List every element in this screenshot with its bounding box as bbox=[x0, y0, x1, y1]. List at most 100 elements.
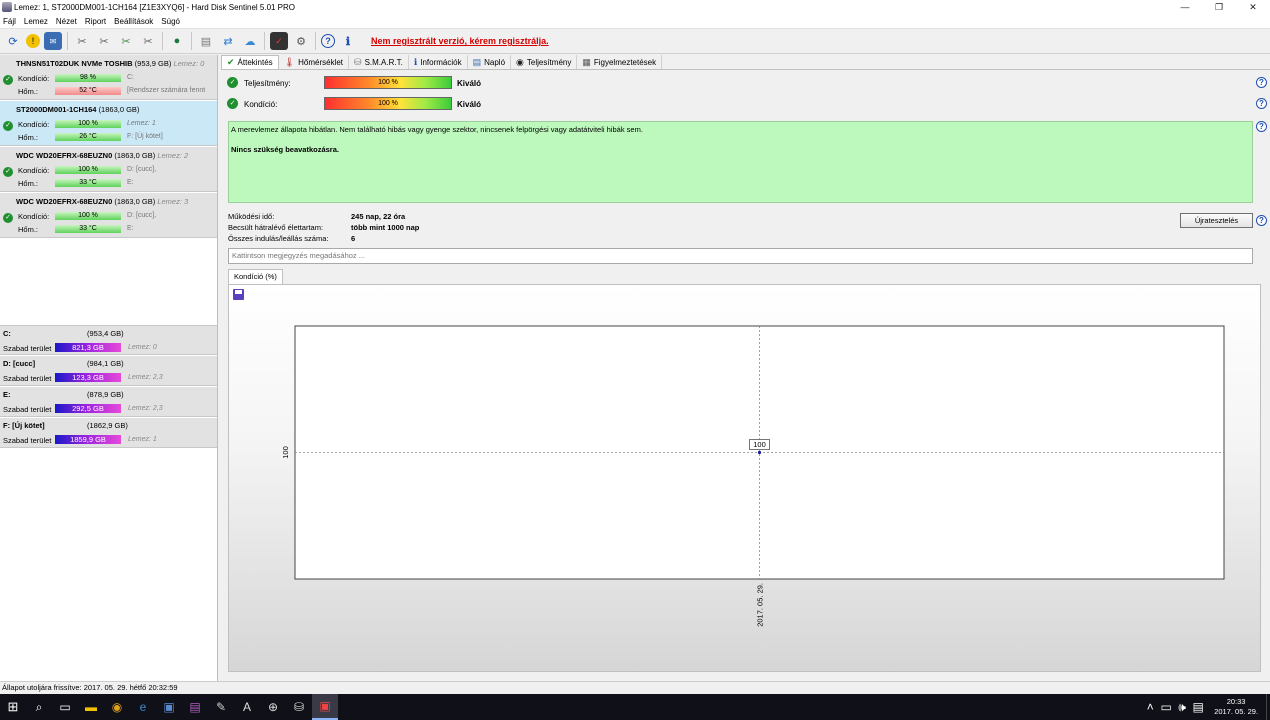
globe-icon[interactable]: ● bbox=[168, 32, 186, 50]
volume-item[interactable]: C: (953,4 GB) Szabad terület 821,3 GB Le… bbox=[0, 325, 217, 355]
disk-test4-icon[interactable]: ✂ bbox=[139, 32, 157, 50]
ok-check-icon: ✓ bbox=[3, 121, 13, 131]
app-icon-6[interactable]: ⛁ bbox=[286, 694, 312, 720]
help-icon[interactable]: ? bbox=[321, 34, 335, 48]
volume-item[interactable]: E: (878,9 GB) Szabad terület 292,5 GB Le… bbox=[0, 387, 217, 417]
disk-test2-icon[interactable]: ✂ bbox=[95, 32, 113, 50]
lifetime-label: Becsült hátralévő élettartam: bbox=[228, 223, 324, 232]
network-icon[interactable]: ▭ bbox=[1158, 694, 1174, 720]
help-icon[interactable]: ? bbox=[1256, 121, 1267, 132]
sync-icon[interactable]: ⇄ bbox=[219, 32, 237, 50]
status-description: A merevlemez állapota hibátlan. Nem talá… bbox=[228, 121, 1253, 203]
tab-condition-chart[interactable]: Kondíció (%) bbox=[228, 269, 283, 284]
tab-label: Teljesítmény bbox=[526, 57, 572, 67]
tab-alerts[interactable]: ▦ Figyelmeztetések bbox=[577, 55, 663, 69]
show-desktop-button[interactable] bbox=[1266, 694, 1270, 720]
app-icon-1[interactable]: ▣ bbox=[156, 694, 182, 720]
disk-item[interactable]: WDC WD20EFRX-68EUZN0 (1863,0 GB) Lemez: … bbox=[0, 193, 217, 238]
overview-panel: ✓ Teljesítmény: 100 % Kiváló ? ✓ Kondíci… bbox=[221, 69, 1270, 681]
disk-item[interactable]: THNSN51T02DUK NVMe TOSHIB (953,9 GB) Lem… bbox=[0, 55, 217, 100]
tab-smart[interactable]: ⛁ S.M.A.R.T. bbox=[349, 55, 409, 69]
temp-bar: 52 °C bbox=[55, 87, 121, 95]
app-icon-5[interactable]: ⊕ bbox=[260, 694, 286, 720]
clock-time: 20:33 bbox=[1226, 697, 1246, 706]
disk-index: Lemez: 3 bbox=[157, 197, 189, 206]
volume-icon[interactable]: 🕪 bbox=[1174, 694, 1190, 720]
startstop-value: 6 bbox=[351, 234, 356, 243]
ok-check-icon: ✓ bbox=[3, 167, 13, 177]
volume-disk: Lemez: 2,3 bbox=[128, 405, 163, 412]
network-icon[interactable]: ☁ bbox=[241, 32, 259, 50]
register-link[interactable]: Nem regisztrált verzió, kérem regisztrál… bbox=[371, 36, 549, 46]
free-space-bar: 123,3 GB bbox=[55, 373, 121, 382]
chrome-icon[interactable]: ◉ bbox=[104, 694, 130, 720]
language-icon[interactable]: ▤ bbox=[1190, 694, 1206, 720]
disk-test-icon[interactable]: ✂ bbox=[73, 32, 91, 50]
chevron-up-icon[interactable]: ˄ bbox=[1142, 694, 1158, 720]
toolbar: ⟳ ! ✉ ✂ ✂ ✂ ✂ ● ▤ ⇄ ☁ ✓ ⚙ ? ℹ Nem regisz… bbox=[0, 28, 1270, 54]
hard-disk-sentinel-taskbar-icon[interactable]: ▣ bbox=[312, 694, 338, 720]
disk-list-panel: THNSN51T02DUK NVMe TOSHIB (953,9 GB) Lem… bbox=[0, 55, 218, 681]
free-space-label: Szabad terület bbox=[3, 405, 52, 414]
disk-test3-icon[interactable]: ✂ bbox=[117, 32, 135, 50]
tab-information[interactable]: ℹ Információk bbox=[408, 55, 468, 69]
tab-performance[interactable]: ◉ Teljesítmény bbox=[511, 55, 578, 69]
chart-svg: 100 2017. 05. 29. 100 bbox=[281, 325, 1225, 627]
app-icon bbox=[2, 2, 12, 12]
menu-view[interactable]: Nézet bbox=[52, 17, 81, 26]
alert-icon[interactable]: ! bbox=[26, 34, 40, 48]
gauge-icon: ◉ bbox=[516, 56, 524, 67]
lifetime-value: több mint 1000 nap bbox=[351, 223, 420, 232]
disk-index: Lemez: 2 bbox=[157, 151, 189, 160]
disk-size: (1863,0 GB) bbox=[98, 105, 140, 114]
help-icon[interactable]: ? bbox=[1256, 77, 1267, 88]
menu-report[interactable]: Riport bbox=[81, 17, 110, 26]
menu-file[interactable]: Fájl bbox=[0, 17, 20, 26]
menu-settings[interactable]: Beállítások bbox=[110, 17, 157, 26]
edge-icon[interactable]: e bbox=[130, 694, 156, 720]
volume-item[interactable]: D: [cucc] (984,1 GB) Szabad terület 123,… bbox=[0, 356, 217, 386]
maximize-button[interactable]: ❐ bbox=[1202, 0, 1236, 14]
chart-icon[interactable]: ✓ bbox=[270, 32, 288, 50]
app-icon-2[interactable]: ▤ bbox=[182, 694, 208, 720]
menu-disk[interactable]: Lemez bbox=[20, 17, 52, 26]
start-icon[interactable]: ⊞ bbox=[0, 694, 26, 720]
settings-icon[interactable]: ⚙ bbox=[292, 32, 310, 50]
volume-name: D: [cucc] bbox=[3, 359, 36, 368]
condition-row: ✓ Kondíció: 100 % Kiváló bbox=[227, 97, 1267, 111]
refresh-icon[interactable]: ⟳ bbox=[4, 32, 22, 50]
close-button[interactable]: ✕ bbox=[1236, 0, 1270, 14]
info-icon[interactable]: ℹ bbox=[339, 32, 357, 50]
menu-help[interactable]: Súgó bbox=[157, 17, 184, 26]
disk-extra: [Rendszer számára fennt bbox=[127, 87, 206, 94]
retest-button[interactable]: Újratesztelés bbox=[1180, 213, 1253, 228]
app-icon-4[interactable]: A bbox=[234, 694, 260, 720]
tab-temperature[interactable]: 🌡 Hőmérséklet bbox=[278, 55, 350, 69]
disk-item-selected[interactable]: ST2000DM001-1CH164 (1863,0 GB) ✓ Kondíci… bbox=[0, 101, 217, 146]
document-icon[interactable]: ▤ bbox=[197, 32, 215, 50]
tab-log[interactable]: ▤ Napló bbox=[467, 55, 512, 69]
disk-size: (1863,0 GB) bbox=[114, 151, 156, 160]
help-icon[interactable]: ? bbox=[1256, 215, 1267, 226]
temp-bar: 33 °C bbox=[55, 179, 121, 187]
minimize-button[interactable]: — bbox=[1168, 0, 1202, 14]
disk-item[interactable]: WDC WD20EFRX-68EUZN0 (1863,0 GB) Lemez: … bbox=[0, 147, 217, 192]
temp-label: Hőm.: bbox=[18, 179, 39, 188]
tab-label: Napló bbox=[484, 57, 506, 67]
report-icon[interactable]: ✉ bbox=[44, 32, 62, 50]
performance-label: Teljesítmény: bbox=[244, 79, 291, 88]
condition-label: Kondíció: bbox=[244, 100, 278, 109]
clock[interactable]: 20:33 2017. 05. 29. bbox=[1214, 697, 1258, 717]
temp-label: Hőm.: bbox=[18, 87, 39, 96]
task-view-icon[interactable]: ▭ bbox=[52, 694, 78, 720]
free-space-bar: 292,5 GB bbox=[55, 404, 121, 413]
volume-item[interactable]: F: [Új kötet] (1862,9 GB) Szabad terület… bbox=[0, 418, 217, 448]
app-icon-3[interactable]: ✎ bbox=[208, 694, 234, 720]
disk-name: WDC WD20EFRX-68EUZN0 bbox=[16, 197, 113, 206]
note-input[interactable]: Kattintson megjegyzés megadásához ... bbox=[228, 248, 1253, 264]
tab-label: S.M.A.R.T. bbox=[364, 57, 403, 67]
help-icon[interactable]: ? bbox=[1256, 98, 1267, 109]
search-icon[interactable]: ⌕ bbox=[26, 694, 52, 720]
tab-overview[interactable]: ✔ Áttekintés bbox=[221, 55, 279, 69]
file-explorer-icon[interactable]: ▬ bbox=[78, 694, 104, 720]
